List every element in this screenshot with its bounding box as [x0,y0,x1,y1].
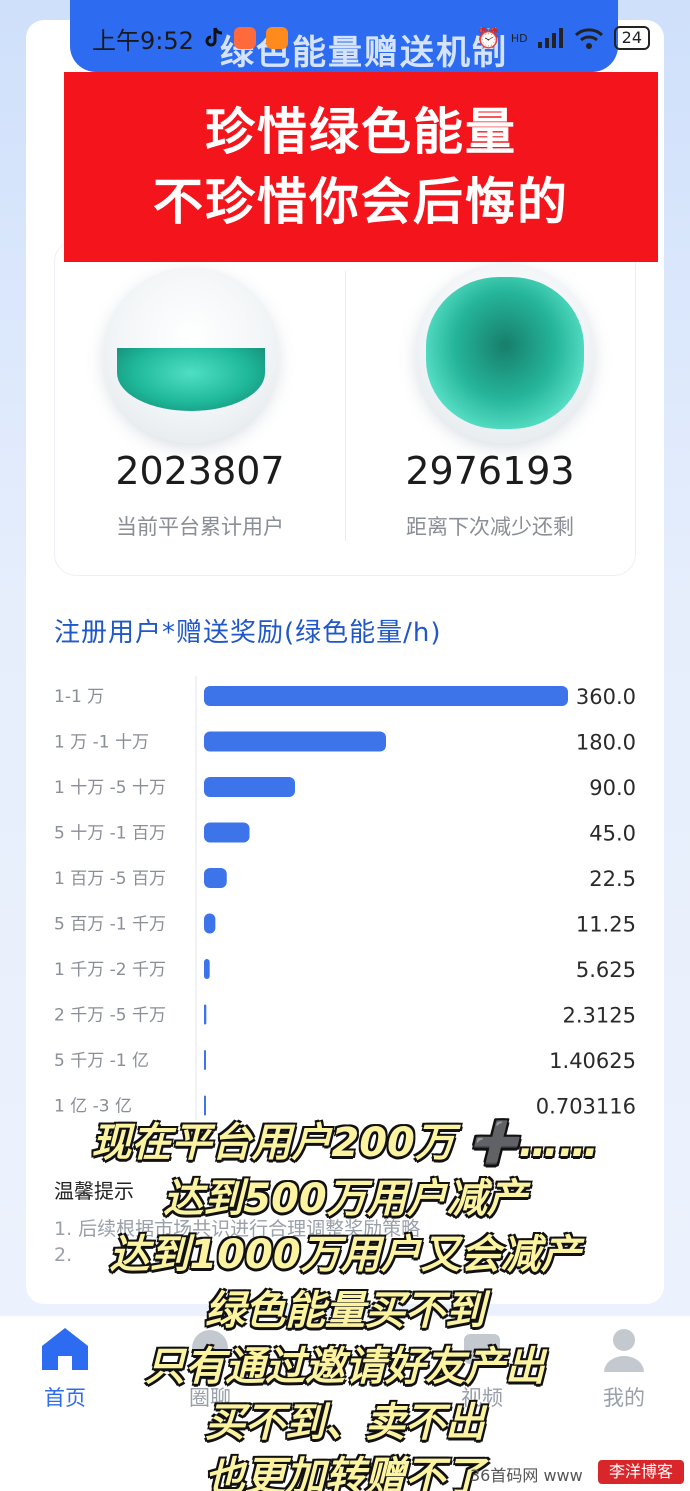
caption-line-5: 只有通过邀请好友产出 [145,1344,545,1390]
caption-line-3: 达到1000万用户又会减产 [109,1232,581,1278]
status-right: ⏰ HD 24 [476,26,650,50]
bar [204,959,210,979]
category-label: 2 千万 -5 千万 [54,1006,166,1026]
category-label: 1-1 万 [54,687,104,707]
value-label: 180.0 [576,731,636,755]
category-label: 1 百万 -5 百万 [54,869,166,889]
battery-icon: 24 [613,26,650,50]
bar [204,686,568,706]
value-label: 22.5 [589,867,636,891]
value-label: 11.25 [576,913,636,937]
app-notify-icon-2 [265,27,288,49]
watermark-text: 36首码网 www [470,1466,583,1485]
tiktok-icon [205,27,222,47]
status-left: 上午9:52 [92,21,288,56]
category-label: 5 千万 -1 亿 [54,1051,149,1071]
red-banner: 珍惜绿色能量 不珍惜你会后悔的 [64,72,658,262]
value-label: 1.40625 [549,1049,636,1073]
hd-signal-label: HD [510,31,528,45]
status-bar: 上午9:52 ⏰ HD 24 [0,18,690,58]
app-notify-icon [233,27,256,49]
value-label: 90.0 [589,776,636,800]
bar [204,868,227,888]
bar [204,1050,206,1070]
bar [204,822,250,843]
value-label: 45.0 [589,822,636,846]
caption-line-7: 也更加转赠不了 [205,1454,485,1491]
category-label: 1 万 -1 十万 [54,733,149,753]
category-label: 1 十万 -5 十万 [54,778,166,798]
value-label: 360.0 [576,685,636,709]
caption-line-1: 现在平台用户200万 ➕…… [91,1120,599,1166]
caption-line-2: 达到500万用户减产 [163,1176,527,1222]
value-label: 2.3125 [563,1004,636,1028]
watermark-badge: 李洋博客 [598,1460,684,1484]
category-label: 5 十万 -1 百万 [54,824,166,844]
red-banner-line2: 不珍惜你会后悔的 [153,173,569,231]
status-time: 上午9:52 [92,26,194,55]
category-label: 1 千万 -2 千万 [54,960,166,980]
caption-line-6: 买不到、卖不出 [205,1400,485,1446]
alarm-icon: ⏰ [475,26,501,50]
bar [204,731,386,752]
cell-signal-icon [537,28,563,48]
wifi-icon [574,28,603,49]
category-label: 5 百万 -1 千万 [54,915,166,935]
red-banner-line1: 珍惜绿色能量 [205,103,517,161]
caption-line-4: 绿色能量买不到 [205,1288,485,1334]
bar [204,777,295,797]
value-label: 5.625 [576,958,636,982]
bar [204,1004,207,1025]
bar [204,913,216,934]
